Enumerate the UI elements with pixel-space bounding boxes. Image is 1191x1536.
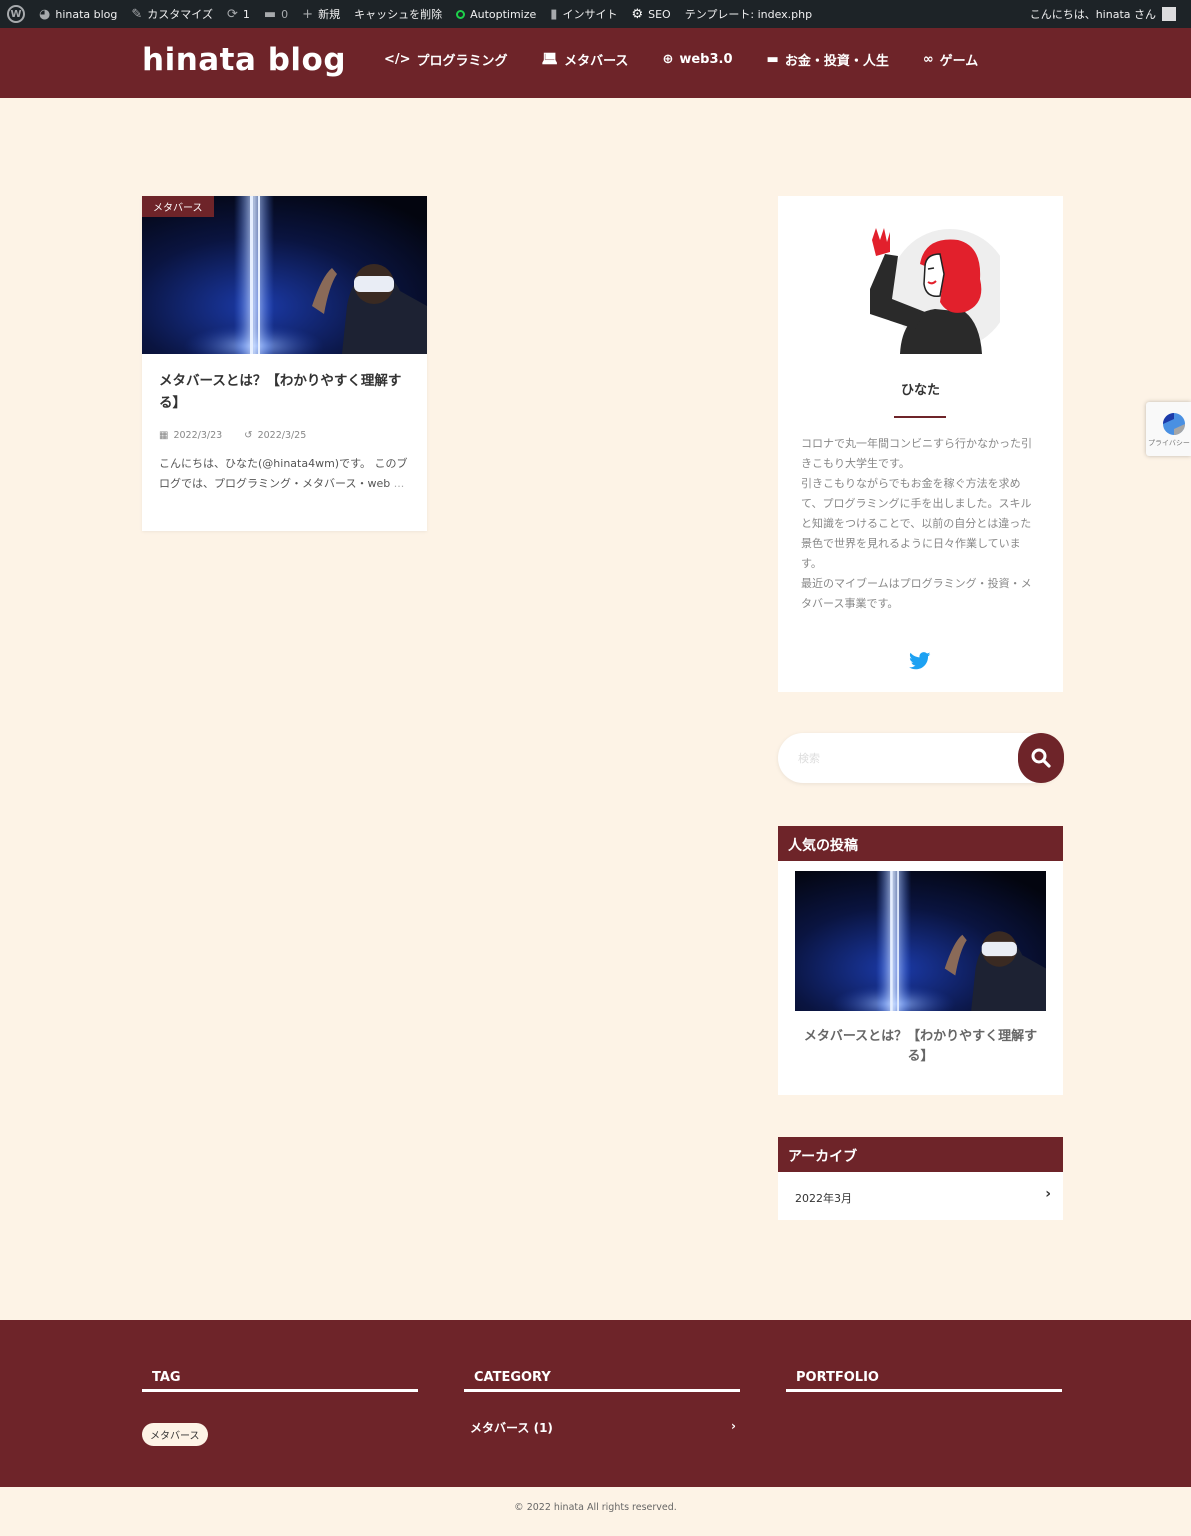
- wordpress-icon: W: [7, 5, 25, 23]
- twitter-icon[interactable]: [909, 652, 931, 670]
- code-icon: </>: [384, 52, 411, 67]
- brush-icon: ✎: [131, 6, 143, 22]
- post-category-label[interactable]: メタバース: [142, 196, 214, 217]
- nav-item-web3[interactable]: ⊕ web3.0: [662, 50, 732, 69]
- post-excerpt: こんにちは、ひなた(@hinata4wm)です。 このブログでは、プログラミング…: [159, 457, 408, 490]
- footer-portfolio-column: PORTFOLIO: [786, 1370, 1062, 1392]
- adminbar-template[interactable]: テンプレート: index.php: [678, 0, 819, 28]
- chevron-right-icon: ›: [1045, 1186, 1051, 1202]
- site-footer: TAG メタバース CATEGORY メタバース (1) › PORTFOLIO: [0, 1320, 1191, 1487]
- adminbar-comments[interactable]: ▬ 0: [257, 0, 295, 28]
- tag-pill[interactable]: メタバース: [142, 1423, 208, 1446]
- nav-item-metaverse[interactable]: 💻︎ メタバース: [542, 50, 629, 69]
- popular-posts-heading: 人気の投稿: [778, 826, 1063, 861]
- adminbar-clear-cache[interactable]: キャッシュを削除: [347, 0, 449, 28]
- plus-icon: +: [302, 6, 314, 22]
- seo-gear-icon: ⚙: [631, 6, 644, 22]
- comment-icon: ▬: [263, 6, 277, 22]
- copyright: © 2022 hinata All rights reserved.: [514, 1502, 677, 1513]
- refresh-icon: ⟳: [226, 6, 238, 22]
- post-thumbnail[interactable]: メタバース: [142, 196, 427, 354]
- footer-portfolio-title: PORTFOLIO: [786, 1370, 1062, 1392]
- user-avatar-icon: [1162, 7, 1176, 21]
- wallet-icon: ▬: [766, 52, 779, 67]
- site-header: hinata blog </> プログラミング 💻︎ メタバース ⊕ web3.…: [0, 28, 1191, 98]
- adminbar-updates[interactable]: ⟳ 1: [220, 0, 257, 28]
- gamepad-icon: ∞: [922, 52, 934, 67]
- status-dot-icon: [456, 9, 466, 19]
- nav-item-programming[interactable]: </> プログラミング: [384, 50, 508, 69]
- updated-date: 2022/3/25: [257, 430, 307, 441]
- search-input[interactable]: [798, 747, 998, 769]
- nav-item-money[interactable]: ▬ お金・投資・人生: [767, 50, 889, 69]
- search-form: [778, 733, 1064, 783]
- archive-heading: アーカイブ: [778, 1137, 1063, 1172]
- global-nav: </> プログラミング 💻︎ メタバース ⊕ web3.0 ▬ お金・投資・人生…: [384, 50, 1012, 69]
- footer-category-title: CATEGORY: [464, 1370, 740, 1392]
- archive-item[interactable]: 2022年3月: [795, 1190, 852, 1206]
- calendar-icon: ▦: [159, 430, 169, 441]
- vr-thumbnail-image: [795, 871, 1046, 1011]
- profile-avatar: [870, 228, 1000, 354]
- profile-bio: コロナで丸一年間コンビニすら行かなかった引きこもり大学生です。 引きこもりながら…: [801, 437, 1032, 610]
- post-dates: ▦ 2022/3/23 ↺ 2022/3/25: [159, 430, 306, 441]
- archive-widget[interactable]: 2022年3月 ›: [778, 1172, 1063, 1220]
- history-icon: ↺: [244, 430, 253, 441]
- vr-thumbnail-image: [142, 196, 427, 354]
- admin-bar: W ◕ hinata blog ✎ カスタマイズ ⟳ 1 ▬ 0 + 新規 キャ…: [0, 0, 1191, 28]
- adminbar-account[interactable]: こんにちは、hinata さん: [1023, 0, 1183, 28]
- popular-post-thumbnail[interactable]: [795, 871, 1046, 1011]
- footer-category-column: CATEGORY メタバース (1) ›: [464, 1370, 740, 1436]
- site-title[interactable]: hinata blog: [142, 42, 346, 78]
- popular-post-title[interactable]: メタバースとは？【わかりやすく理解する】: [795, 1027, 1046, 1067]
- search-icon: [1031, 748, 1051, 768]
- adminbar-autoptimize[interactable]: Autoptimize: [449, 0, 543, 28]
- search-button[interactable]: [1018, 733, 1064, 783]
- adminbar-customize[interactable]: ✎ カスタマイズ: [124, 0, 220, 28]
- adminbar-site[interactable]: ◕ hinata blog: [32, 0, 124, 28]
- adminbar-seo[interactable]: ⚙ SEO: [624, 0, 677, 28]
- post-title[interactable]: メタバースとは？【わかりやすく理解する】: [159, 370, 411, 414]
- footer-tag-title: TAG: [142, 1370, 418, 1392]
- profile-name: ひなた: [900, 383, 940, 398]
- laptop-icon: 💻︎: [541, 52, 559, 67]
- dashboard-icon: ◕: [39, 6, 51, 22]
- nav-item-game[interactable]: ∞ ゲーム: [923, 50, 978, 69]
- profile-divider: [894, 416, 946, 418]
- profile-widget: ひなた コロナで丸一年間コンビニすら行かなかった引きこもり大学生です。 引きこも…: [778, 196, 1063, 692]
- bar-chart-icon: ▮: [550, 6, 558, 22]
- chevron-right-icon: ›: [731, 1419, 736, 1433]
- post-card[interactable]: メタバース メタバースとは？【わかりやすく理解する】 ▦ 2022/3/23 ↺…: [142, 196, 427, 531]
- footer-tag-column: TAG メタバース: [142, 1370, 418, 1446]
- adminbar-insight[interactable]: ▮ インサイト: [543, 0, 624, 28]
- footer-category-item[interactable]: メタバース (1) ›: [464, 1419, 740, 1436]
- recaptcha-icon: [1163, 413, 1185, 435]
- adminbar-new[interactable]: + 新規: [295, 0, 347, 28]
- popular-posts-widget: メタバースとは？【わかりやすく理解する】: [778, 861, 1063, 1095]
- wp-logo-menu[interactable]: W: [0, 0, 32, 28]
- recaptcha-badge[interactable]: プライバシー・利用規約: [1146, 402, 1191, 456]
- published-date: 2022/3/23: [173, 430, 223, 441]
- globe-icon: ⊕: [662, 52, 674, 67]
